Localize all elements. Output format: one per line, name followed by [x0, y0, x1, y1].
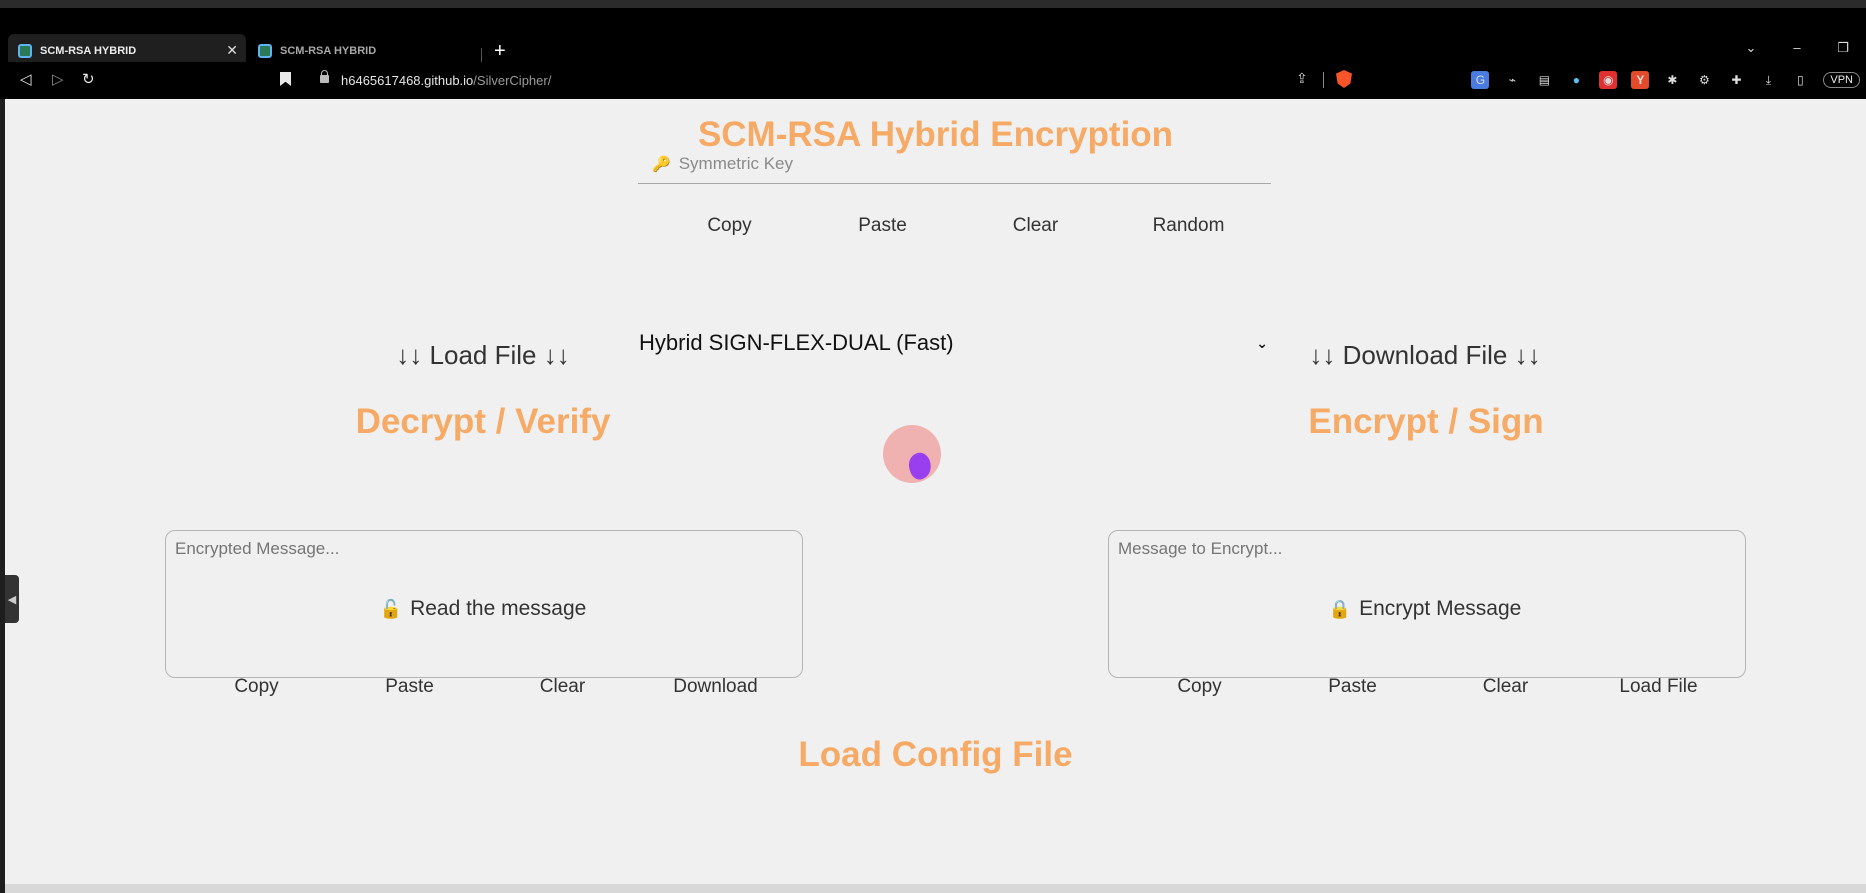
vpn-button[interactable]: VPN: [1823, 72, 1860, 88]
encrypt-load-file-button[interactable]: Load File: [1582, 676, 1735, 698]
extension-icon[interactable]: ●: [1567, 71, 1585, 89]
encrypt-button-row: Copy Paste Clear Load File: [1123, 676, 1735, 698]
site-favicon-icon: [18, 44, 32, 58]
sidebar-icon[interactable]: ▯: [1791, 71, 1809, 89]
url-host: h6465617468.github.io: [341, 73, 474, 88]
encrypt-copy-button[interactable]: Copy: [1123, 676, 1276, 698]
minimize-icon[interactable]: –: [1774, 40, 1820, 56]
key-button-row: Copy Paste Clear Random: [653, 215, 1265, 237]
lock-icon[interactable]: [320, 70, 329, 83]
symmetric-key-row: 🔑: [638, 144, 1271, 184]
new-tab-icon[interactable]: +: [494, 41, 506, 61]
mode-select[interactable]: Hybrid SIGN-FLEX-DUAL (Fast) ⌄: [639, 326, 1274, 360]
page-content: ◀ SCM-RSA Hybrid Encryption 🔑 Copy Paste…: [5, 99, 1866, 893]
read-message-button[interactable]: 🔓 Read the message: [283, 597, 683, 621]
decrypt-clear-button[interactable]: Clear: [486, 676, 639, 698]
mode-select-value: Hybrid SIGN-FLEX-DUAL (Fast): [639, 330, 954, 355]
key-clear-button[interactable]: Clear: [959, 215, 1112, 237]
encrypt-message-button[interactable]: 🔒 Encrypt Message: [1225, 597, 1625, 621]
key-icon: 🔑: [652, 155, 671, 173]
key-random-button[interactable]: Random: [1112, 215, 1265, 237]
encrypt-clear-button[interactable]: Clear: [1429, 676, 1582, 698]
back-icon[interactable]: ◁: [20, 70, 32, 88]
symmetric-key-input[interactable]: [678, 153, 1239, 174]
site-favicon-icon: [258, 44, 272, 58]
url-path: /SilverCipher/: [473, 73, 552, 88]
toolbar-divider: [1323, 72, 1324, 88]
lock-icon: 🔒: [1328, 599, 1352, 619]
load-config-title: Load Config File: [798, 735, 1073, 774]
window-top-strip: [0, 0, 1866, 8]
load-file-link[interactable]: ↓↓ Load File ↓↓: [283, 340, 683, 371]
yandex-extension-icon[interactable]: Y: [1631, 71, 1650, 89]
decrypt-button-row: Copy Paste Clear Download: [180, 676, 792, 698]
read-message-label: Read the message: [410, 597, 587, 620]
brave-shield-icon[interactable]: [1336, 70, 1352, 88]
restore-icon[interactable]: ❐: [1820, 40, 1866, 56]
tab-title: SCM-RSA HYBRID: [280, 45, 377, 57]
extension-icon[interactable]: ◉: [1599, 71, 1618, 89]
share-icon[interactable]: ⇪: [1296, 70, 1308, 87]
download-file-link[interactable]: ↓↓ Download File ↓↓: [1225, 340, 1625, 371]
close-tab-icon[interactable]: ✕: [226, 42, 238, 59]
pointer-icon: [905, 450, 935, 482]
encrypt-message-label: Encrypt Message: [1359, 597, 1522, 620]
decrypt-download-button[interactable]: Download: [639, 676, 792, 698]
bookmark-icon[interactable]: [280, 72, 291, 86]
extension-icon[interactable]: ⌁: [1503, 71, 1521, 89]
unlock-icon: 🔓: [379, 599, 403, 619]
collapse-sidebar-icon[interactable]: ◀: [5, 575, 19, 623]
decrypt-paste-button[interactable]: Paste: [333, 676, 486, 698]
address-bar: ◁ ▷ ↻ h6465617468.github.io/SilverCipher…: [0, 62, 1866, 99]
puzzle-icon[interactable]: ✚: [1727, 71, 1745, 89]
extension-icon[interactable]: ✱: [1663, 71, 1681, 89]
decrypt-copy-button[interactable]: Copy: [180, 676, 333, 698]
download-icon[interactable]: ⤓: [1759, 71, 1777, 89]
tab-title: SCM-RSA HYBRID: [40, 45, 137, 57]
window-bottom-edge: [5, 884, 1866, 893]
tab-search-icon[interactable]: ⌄: [1728, 40, 1774, 56]
key-paste-button[interactable]: Paste: [806, 215, 959, 237]
key-copy-button[interactable]: Copy: [653, 215, 806, 237]
tab-bar: SCM-RSA HYBRID ✕ SCM-RSA HYBRID + ⌄ – ❐: [0, 8, 1866, 68]
gear-icon[interactable]: ⚙: [1695, 71, 1713, 89]
cursor-highlight: [883, 425, 941, 483]
forward-icon[interactable]: ▷: [52, 70, 64, 88]
encrypt-paste-button[interactable]: Paste: [1276, 676, 1429, 698]
decrypt-title: Decrypt / Verify: [355, 402, 611, 441]
reload-icon[interactable]: ↻: [82, 70, 95, 88]
translate-extension-icon[interactable]: G: [1471, 71, 1490, 89]
encrypt-title: Encrypt / Sign: [1308, 402, 1544, 441]
extensions-toolbar: G ⌁ ▤ ● ◉ Y ✱ ⚙ ✚ ⤓ ▯ VPN: [1471, 68, 1866, 92]
window-controls: ⌄ – ❐: [1728, 40, 1866, 56]
extension-icon[interactable]: ▤: [1535, 71, 1553, 89]
url-field[interactable]: h6465617468.github.io/SilverCipher/: [341, 73, 551, 88]
